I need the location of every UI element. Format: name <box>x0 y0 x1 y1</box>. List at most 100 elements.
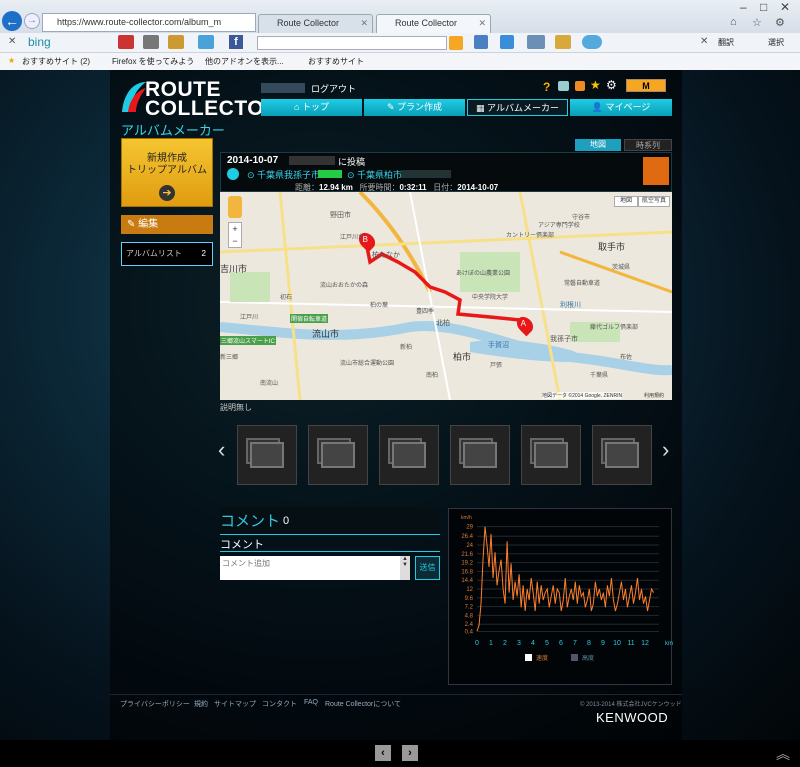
scroll-top-icon[interactable]: ︽ <box>776 744 790 764</box>
nav-album-maker[interactable]: ▦ アルバムメーカー <box>467 99 568 116</box>
comment-input[interactable] <box>220 556 410 580</box>
like-icon[interactable] <box>474 35 488 49</box>
zoom-in-button[interactable]: + <box>229 223 241 235</box>
new-trip-album-button[interactable]: 新規作成 トリップアルバム ➔ <box>121 138 213 207</box>
minimize-icon[interactable]: – <box>740 0 747 14</box>
photo-thumbnail[interactable] <box>450 425 510 485</box>
tab-map[interactable]: 地図 <box>575 139 621 151</box>
toolbar-icon[interactable] <box>143 35 159 49</box>
chat-icon[interactable] <box>500 35 514 49</box>
search-icon[interactable] <box>449 36 463 50</box>
photo-thumbnail[interactable] <box>592 425 652 485</box>
footer-privacy-link[interactable]: プライバシーポリシー <box>120 699 190 709</box>
media-icon[interactable] <box>527 35 545 49</box>
nav-mypage[interactable]: 👤 マイページ <box>570 99 672 116</box>
logout-link[interactable]: ログアウト <box>311 82 356 95</box>
nav-label: マイページ <box>605 102 651 112</box>
help-icon[interactable]: ? <box>543 80 550 94</box>
footer-terms-link[interactable]: 規約 <box>194 699 208 709</box>
zoom-out-button[interactable]: − <box>229 235 241 247</box>
x-tick-label: 8 <box>587 640 591 647</box>
divider <box>220 551 440 552</box>
gallery-next-button[interactable]: › <box>662 439 669 461</box>
tab-1[interactable]: Route Collector ✕ <box>258 14 373 33</box>
game-icon[interactable] <box>555 35 571 49</box>
page-next-button[interactable]: › <box>402 745 418 761</box>
logo[interactable]: ROUTE COLLECTOR <box>145 79 280 119</box>
pegman-icon[interactable] <box>228 196 242 218</box>
nav-plan[interactable]: ✎ プラン作成 <box>364 99 465 116</box>
bing-search-input[interactable] <box>257 36 447 50</box>
people-icon[interactable] <box>643 157 669 185</box>
zoom-control[interactable]: + − <box>228 222 242 248</box>
photo-thumbnail[interactable] <box>308 425 368 485</box>
map-type-satellite-button[interactable]: 航空写真 <box>638 196 670 207</box>
forward-button[interactable]: → <box>24 13 40 29</box>
favorite-link[interactable]: おすすめサイト (2) <box>22 56 90 67</box>
map-type-map-button[interactable]: 地図 <box>614 196 638 207</box>
back-button[interactable]: ← <box>2 11 22 31</box>
rss-icon[interactable] <box>575 81 585 91</box>
close-window-icon[interactable]: ✕ <box>780 0 790 14</box>
close-toolbar-icon[interactable]: ✕ <box>8 36 16 47</box>
home-icon[interactable]: ⌂ <box>730 16 737 28</box>
footer-contact-link[interactable]: コンタクト <box>262 699 297 709</box>
maximize-icon[interactable]: □ <box>760 0 767 14</box>
footer-faq-link[interactable]: FAQ <box>304 699 318 706</box>
comment-scrollbar[interactable]: ▲ ▼ <box>400 556 410 580</box>
date-label: 日付： <box>433 183 458 192</box>
map-label: 柏たなか <box>372 252 400 259</box>
facebook-icon[interactable]: f <box>229 35 243 49</box>
map-label: 中央学院大学 <box>472 295 509 301</box>
y-tick-label: 14.4 <box>461 578 473 584</box>
star-icon[interactable]: ☆ <box>752 16 762 29</box>
route-map[interactable]: B A 吉川市 流山市 柏市 取手市 我孫子市 北柏 柏たなか 藤代ゴルフ倶楽部… <box>220 192 672 400</box>
from-text: 千葉県我孫子市 <box>257 170 321 180</box>
photo-thumbnail[interactable] <box>521 425 581 485</box>
edit-button[interactable]: ✎ 編集 <box>121 215 213 234</box>
share-icon[interactable] <box>558 81 569 91</box>
favorite-link[interactable]: おすすめサイト <box>308 56 364 67</box>
map-label: 柏の葉 <box>370 303 389 309</box>
album-list-button[interactable]: アルバムリスト 2 <box>121 242 213 266</box>
car-icon <box>227 168 239 180</box>
close-icon[interactable]: ✕ <box>360 18 368 29</box>
submit-comment-button[interactable]: 送信 <box>415 556 440 580</box>
toolbar-icon[interactable] <box>118 35 134 49</box>
new-label-1: 新規作成 <box>147 153 187 164</box>
weather-icon[interactable] <box>582 35 602 49</box>
user-menu-button[interactable]: M <box>626 79 666 92</box>
select-button[interactable]: 選択 <box>768 37 784 48</box>
photo-thumbnail[interactable] <box>379 425 439 485</box>
photo-thumbnail[interactable] <box>237 425 297 485</box>
favorites-star-icon[interactable]: ★ <box>8 56 15 65</box>
toolbar-icon[interactable] <box>198 35 214 49</box>
tab-2[interactable]: Route Collector ✕ <box>376 14 491 33</box>
y-tick-label: 16.8 <box>461 569 473 575</box>
toolbar-icon[interactable] <box>168 35 184 49</box>
favorite-link[interactable]: 他のアドオンを表示... <box>205 56 284 67</box>
map-terms-link[interactable]: 利用規約 <box>644 392 664 399</box>
star-icon[interactable]: ★ <box>590 78 601 92</box>
address-bar[interactable]: https://www.route-collector.com/album_m <box>42 13 256 32</box>
page-prev-button[interactable]: ‹ <box>375 745 391 761</box>
duration-value: 0:32:11 <box>399 183 427 192</box>
gallery-prev-button[interactable]: ‹ <box>218 439 225 461</box>
footer-about-link[interactable]: Route Collectorについて <box>325 699 401 709</box>
edit-icon: ✎ <box>127 219 139 230</box>
gear-icon[interactable]: ⚙ <box>775 16 785 29</box>
map-label: 関宿自転車道 <box>290 314 329 323</box>
tab-timeline[interactable]: 時系列 <box>624 139 672 151</box>
distance-label: 距離： <box>295 183 319 192</box>
close-icon[interactable]: ✕ <box>478 18 486 29</box>
kenwood-logo: KENWOOD <box>596 710 669 725</box>
tab-strip: ← → https://www.route-collector.com/albu… <box>0 0 800 33</box>
footer-sitemap-link[interactable]: サイトマップ <box>214 699 256 709</box>
gear-icon[interactable]: ⚙ <box>606 78 617 92</box>
close-icon[interactable]: ✕ <box>700 36 708 47</box>
favorite-link[interactable]: Firefox を使ってみよう <box>112 56 194 67</box>
translate-button[interactable]: 翻訳 <box>718 37 734 48</box>
map-label: カントリー倶楽部 <box>506 233 555 239</box>
nav-top[interactable]: ⌂ トップ <box>261 99 362 116</box>
y-tick-label: 26.4 <box>461 534 473 540</box>
